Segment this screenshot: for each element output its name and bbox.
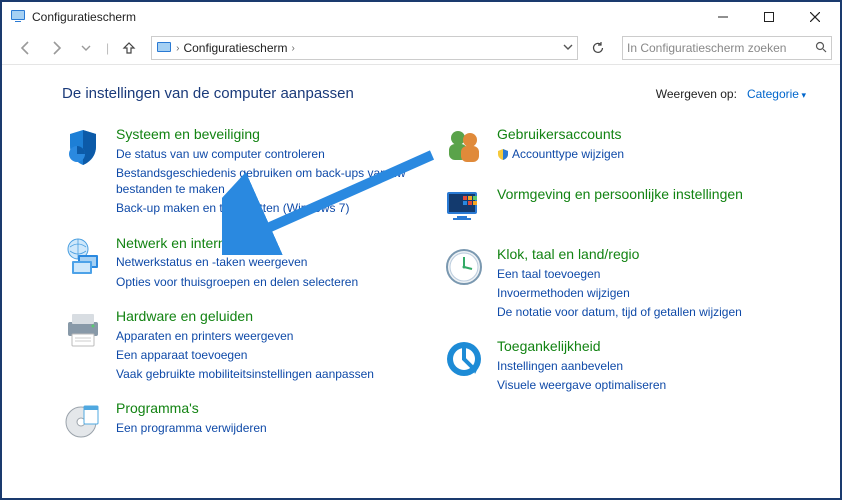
category-hardware-sound: Hardware en geluiden Apparaten en printe… bbox=[62, 308, 425, 382]
view-by-label: Weergeven op: bbox=[656, 87, 737, 101]
category-title[interactable]: Gebruikersaccounts bbox=[497, 126, 624, 143]
categories-left-column: Systeem en beveiliging De status van uw … bbox=[62, 126, 425, 442]
programs-disc-icon bbox=[62, 400, 104, 442]
category-link[interactable]: Netwerkstatus en -taken weergeven bbox=[116, 254, 358, 270]
close-button[interactable] bbox=[792, 2, 838, 32]
category-link[interactable]: Een programma verwijderen bbox=[116, 420, 267, 436]
categories-grid: Systeem en beveiliging De status van uw … bbox=[62, 126, 806, 442]
window-title: Configuratiescherm bbox=[32, 10, 136, 24]
category-appearance: Vormgeving en persoonlijke instellingen bbox=[443, 186, 806, 228]
shield-icon bbox=[62, 126, 104, 168]
category-title[interactable]: Netwerk en internet bbox=[116, 235, 358, 252]
title-bar-left: Configuratiescherm bbox=[10, 8, 136, 27]
page-heading: De instellingen van de computer aanpasse… bbox=[62, 85, 354, 102]
categories-right-column: Gebruikersaccounts Accounttype wijzigen … bbox=[443, 126, 806, 442]
category-link[interactable]: Bestandsgeschiedenis gebruiken om back-u… bbox=[116, 165, 425, 197]
search-placeholder: In Configuratiescherm zoeken bbox=[627, 41, 815, 55]
category-programs: Programma's Een programma verwijderen bbox=[62, 400, 425, 442]
window-controls bbox=[700, 2, 838, 32]
title-bar: Configuratiescherm bbox=[2, 2, 840, 32]
nav-recent-dropdown[interactable] bbox=[74, 36, 98, 60]
refresh-button[interactable] bbox=[586, 37, 610, 59]
breadcrumb[interactable]: › Configuratiescherm › bbox=[151, 36, 578, 60]
category-system-security: Systeem en beveiliging De status van uw … bbox=[62, 126, 425, 217]
category-link[interactable]: Back-up maken en terugzetten (Windows 7) bbox=[116, 200, 425, 216]
nav-bar: | › Configuratiescherm › In Configuratie… bbox=[2, 32, 840, 65]
printer-icon bbox=[62, 308, 104, 350]
search-input[interactable]: In Configuratiescherm zoeken bbox=[622, 36, 832, 60]
category-link[interactable]: Opties voor thuisgroepen en delen select… bbox=[116, 274, 358, 290]
category-title[interactable]: Programma's bbox=[116, 400, 267, 417]
nav-back-button[interactable] bbox=[14, 36, 38, 60]
category-link[interactable]: De notatie voor datum, tijd of getallen … bbox=[497, 304, 742, 320]
control-panel-icon bbox=[156, 40, 172, 56]
category-link[interactable]: Een taal toevoegen bbox=[497, 266, 742, 282]
minimize-button[interactable] bbox=[700, 2, 746, 32]
uac-shield-icon bbox=[497, 148, 509, 164]
globe-network-icon bbox=[62, 235, 104, 277]
category-clock-language-region: Klok, taal en land/regio Een taal toevoe… bbox=[443, 246, 806, 320]
nav-up-button[interactable] bbox=[117, 36, 141, 60]
category-link[interactable]: Invoermethoden wijzigen bbox=[497, 285, 742, 301]
breadcrumb-root[interactable]: Configuratiescherm bbox=[183, 41, 287, 55]
category-link[interactable]: Vaak gebruikte mobiliteitsinstellingen a… bbox=[116, 366, 374, 382]
category-link[interactable]: Accounttype wijzigen bbox=[497, 146, 624, 164]
clock-icon bbox=[443, 246, 485, 288]
category-title[interactable]: Toegankelijkheid bbox=[497, 338, 666, 355]
chevron-right-icon: › bbox=[176, 43, 179, 54]
accessibility-icon bbox=[443, 338, 485, 380]
view-by: Weergeven op: Categorie bbox=[656, 87, 806, 101]
nav-separator: | bbox=[104, 41, 111, 55]
breadcrumb-dropdown[interactable] bbox=[563, 42, 573, 55]
control-panel-icon bbox=[10, 8, 26, 27]
content-area: De instellingen van de computer aanpasse… bbox=[2, 65, 840, 442]
category-link[interactable]: Instellingen aanbevelen bbox=[497, 358, 666, 374]
category-title[interactable]: Systeem en beveiliging bbox=[116, 126, 425, 143]
content-header: De instellingen van de computer aanpasse… bbox=[62, 85, 806, 102]
category-ease-of-access: Toegankelijkheid Instellingen aanbevelen… bbox=[443, 338, 806, 393]
chevron-right-icon: › bbox=[292, 43, 295, 54]
category-title[interactable]: Klok, taal en land/regio bbox=[497, 246, 742, 263]
nav-forward-button[interactable] bbox=[44, 36, 68, 60]
view-by-dropdown[interactable]: Categorie bbox=[747, 87, 806, 101]
category-network-internet: Netwerk en internet Netwerkstatus en -ta… bbox=[62, 235, 425, 290]
search-icon bbox=[815, 41, 827, 56]
category-user-accounts: Gebruikersaccounts Accounttype wijzigen bbox=[443, 126, 806, 168]
category-link[interactable]: De status van uw computer controleren bbox=[116, 146, 425, 162]
monitor-appearance-icon bbox=[443, 186, 485, 228]
category-link[interactable]: Visuele weergave optimaliseren bbox=[497, 377, 666, 393]
category-title[interactable]: Hardware en geluiden bbox=[116, 308, 374, 325]
maximize-button[interactable] bbox=[746, 2, 792, 32]
category-link[interactable]: Apparaten en printers weergeven bbox=[116, 328, 374, 344]
category-link[interactable]: Een apparaat toevoegen bbox=[116, 347, 374, 363]
users-icon bbox=[443, 126, 485, 168]
category-title[interactable]: Vormgeving en persoonlijke instellingen bbox=[497, 186, 743, 203]
